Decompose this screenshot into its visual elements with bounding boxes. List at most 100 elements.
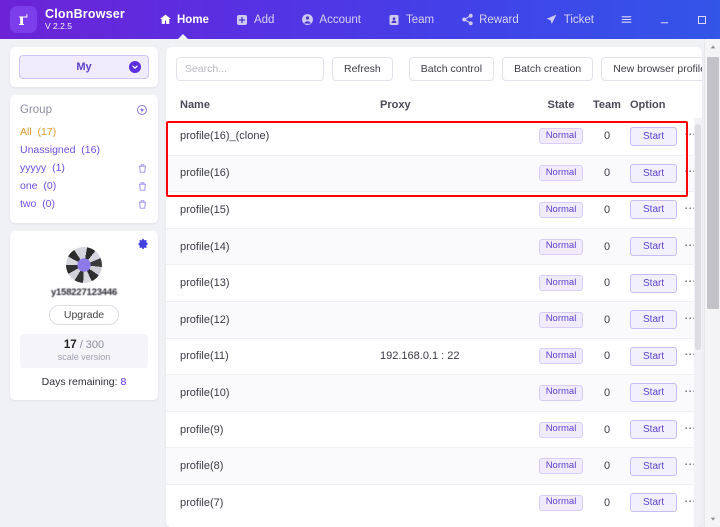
application-window: ґ ClonBrowser V 2.2.5 Home Add bbox=[0, 0, 720, 527]
group-item-one[interactable]: one (0) bbox=[20, 177, 148, 195]
account-icon bbox=[300, 13, 314, 27]
cell-name: profile(14) bbox=[180, 241, 380, 253]
table-scrollbar[interactable] bbox=[694, 118, 702, 527]
user-card: y158227123446 Upgrade 17 / 300 scale ver… bbox=[10, 231, 158, 400]
status-badge: Normal bbox=[539, 458, 584, 474]
cell-name: profile(9) bbox=[180, 424, 380, 436]
cell-option: Start ⋯ bbox=[622, 164, 697, 183]
nav-item-home[interactable]: Home bbox=[145, 0, 222, 39]
cell-state: Normal bbox=[530, 128, 592, 144]
group-item-yyyyy[interactable]: yyyyy (1) bbox=[20, 159, 148, 177]
minimize-icon[interactable] bbox=[645, 0, 683, 39]
table-row[interactable]: profile(14) Normal 0 Start ⋯ bbox=[166, 228, 702, 265]
cell-team: 0 bbox=[592, 277, 622, 289]
clon-logo-icon: ґ bbox=[10, 6, 37, 33]
refresh-button[interactable]: Refresh bbox=[332, 57, 393, 81]
window-scrollbar-thumb[interactable] bbox=[707, 57, 719, 309]
workspace-selector-label: My bbox=[76, 61, 91, 73]
cell-state: Normal bbox=[530, 202, 592, 218]
group-item-count: (1) bbox=[52, 162, 65, 174]
nav-item-add[interactable]: Add bbox=[222, 0, 287, 39]
window-scrollbar[interactable] bbox=[704, 39, 720, 527]
profiles-panel: Refresh Batch control Batch creation New… bbox=[166, 47, 702, 527]
table-row[interactable]: profile(8) Normal 0 Start ⋯ bbox=[166, 447, 702, 484]
start-button[interactable]: Start bbox=[630, 164, 677, 183]
table-row[interactable]: profile(16)_(clone) Normal 0 Start ⋯ bbox=[166, 118, 702, 155]
add-circle-icon[interactable] bbox=[136, 104, 148, 116]
nav-item-account[interactable]: Account bbox=[287, 0, 374, 39]
start-button[interactable]: Start bbox=[630, 383, 677, 402]
gear-icon[interactable] bbox=[138, 238, 149, 249]
workspace-selector[interactable]: My bbox=[19, 55, 149, 79]
start-button[interactable]: Start bbox=[630, 493, 677, 512]
group-item-name: yyyyy bbox=[20, 162, 46, 174]
scroll-up-arrow-icon[interactable] bbox=[705, 39, 720, 55]
start-button[interactable]: Start bbox=[630, 457, 677, 476]
nav-item-reward[interactable]: Reward bbox=[447, 0, 532, 39]
group-item-count: (17) bbox=[38, 126, 57, 138]
batch-creation-button[interactable]: Batch creation bbox=[502, 57, 593, 81]
start-button[interactable]: Start bbox=[630, 274, 677, 293]
trash-icon[interactable] bbox=[137, 181, 148, 192]
nav-item-ticket[interactable]: Ticket bbox=[532, 0, 607, 39]
usage-used: 17 bbox=[64, 339, 77, 351]
nav-item-team[interactable]: Team bbox=[374, 0, 447, 39]
table-row[interactable]: profile(11) 192.168.0.1 : 22 Normal 0 St… bbox=[166, 338, 702, 375]
maximize-icon[interactable] bbox=[683, 0, 720, 39]
days-remaining-value: 8 bbox=[120, 376, 126, 388]
days-remaining: Days remaining: 8 bbox=[20, 376, 148, 388]
search-input[interactable] bbox=[176, 57, 324, 81]
cell-state: Normal bbox=[530, 458, 592, 474]
table-row[interactable]: profile(16) Normal 0 Start ⋯ bbox=[166, 155, 702, 192]
cell-name: profile(16)_(clone) bbox=[180, 130, 380, 142]
start-button[interactable]: Start bbox=[630, 420, 677, 439]
status-badge: Normal bbox=[539, 312, 584, 328]
column-header-state: State bbox=[530, 99, 592, 111]
nav-label-team: Team bbox=[406, 14, 434, 26]
send-icon bbox=[545, 13, 559, 27]
group-item-all[interactable]: All (17) bbox=[20, 123, 148, 141]
sidebar: My Group All (17) bbox=[10, 47, 158, 527]
table-body: profile(16)_(clone) Normal 0 Start ⋯ pro… bbox=[166, 118, 702, 527]
group-card: Group All (17) Unassigned (16) yyyyy (1) bbox=[10, 95, 158, 223]
table-row[interactable]: profile(7) Normal 0 Start ⋯ bbox=[166, 484, 702, 521]
start-button[interactable]: Start bbox=[630, 127, 677, 146]
cell-name: profile(11) bbox=[180, 350, 380, 362]
scroll-down-arrow-icon[interactable] bbox=[705, 511, 720, 527]
table-scrollbar-thumb[interactable] bbox=[695, 124, 701, 350]
status-badge: Normal bbox=[539, 275, 584, 291]
batch-control-button[interactable]: Batch control bbox=[409, 57, 494, 81]
cell-name: profile(13) bbox=[180, 277, 380, 289]
table-row[interactable]: profile(9) Normal 0 Start ⋯ bbox=[166, 411, 702, 448]
upgrade-button[interactable]: Upgrade bbox=[49, 305, 119, 325]
cell-option: Start ⋯ bbox=[622, 347, 697, 366]
new-browser-profile-button[interactable]: New browser profile bbox=[601, 57, 702, 81]
cell-team: 0 bbox=[592, 424, 622, 436]
cell-option: Start ⋯ bbox=[622, 457, 697, 476]
column-header-team: Team bbox=[592, 99, 622, 111]
start-button[interactable]: Start bbox=[630, 347, 677, 366]
table-row[interactable]: profile(15) Normal 0 Start ⋯ bbox=[166, 191, 702, 228]
cell-state: Normal bbox=[530, 495, 592, 511]
username: y158227123446 bbox=[20, 287, 148, 298]
group-item-unassigned[interactable]: Unassigned (16) bbox=[20, 141, 148, 159]
nav-label-account: Account bbox=[319, 14, 361, 26]
trash-icon[interactable] bbox=[137, 199, 148, 210]
start-button[interactable]: Start bbox=[630, 200, 677, 219]
cell-option: Start ⋯ bbox=[622, 310, 697, 329]
usage-label: scale version bbox=[24, 352, 144, 362]
usage-count: 17 / 300 bbox=[24, 339, 144, 351]
table-row[interactable]: profile(10) Normal 0 Start ⋯ bbox=[166, 374, 702, 411]
start-button[interactable]: Start bbox=[630, 237, 677, 256]
cell-team: 0 bbox=[592, 241, 622, 253]
cell-team: 0 bbox=[592, 130, 622, 142]
start-button[interactable]: Start bbox=[630, 310, 677, 329]
trash-icon[interactable] bbox=[137, 163, 148, 174]
table-row[interactable]: profile(13) Normal 0 Start ⋯ bbox=[166, 264, 702, 301]
hamburger-menu-icon[interactable] bbox=[607, 0, 645, 39]
table-row[interactable]: profile(12) Normal 0 Start ⋯ bbox=[166, 301, 702, 338]
group-item-name: All bbox=[20, 126, 32, 138]
cell-state: Normal bbox=[530, 422, 592, 438]
column-header-proxy: Proxy bbox=[380, 99, 530, 111]
group-item-two[interactable]: two (0) bbox=[20, 195, 148, 213]
